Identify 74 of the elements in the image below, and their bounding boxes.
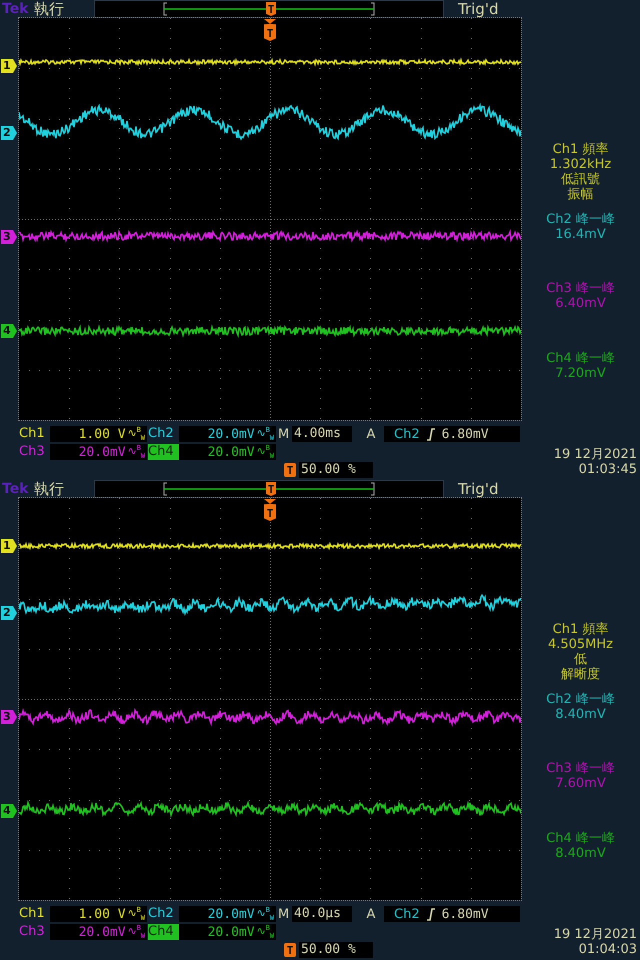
trigger-level: 6.80mV xyxy=(442,426,489,442)
measurement-label: Ch4 峰一峰 xyxy=(546,830,615,846)
trigger-source: Ch2 xyxy=(394,906,420,922)
channel-label[interactable]: Ch2 xyxy=(148,426,179,442)
trigger-label: A xyxy=(366,906,376,922)
date-label: 19 12月2021 xyxy=(554,927,637,942)
channel-marker[interactable]: 4 xyxy=(1,324,17,338)
measurement-label: Ch2 峰一峰 xyxy=(546,692,615,706)
channel-marker[interactable]: 1 xyxy=(1,59,17,73)
channel-label[interactable]: Ch3 xyxy=(19,924,50,940)
trigger-position: 50.00 % xyxy=(299,462,373,478)
channel-marker[interactable]: 1 xyxy=(1,539,17,553)
measurement-value: 6.40mV xyxy=(555,296,606,311)
trigger-position-icon: T xyxy=(284,463,296,477)
time-label: 01:04:03 xyxy=(578,942,637,957)
measurement-value: 1.302kHz xyxy=(550,157,612,172)
channel-marker[interactable]: 4 xyxy=(1,804,17,818)
channel-label[interactable]: Ch1 xyxy=(19,906,50,922)
trigger-level: 6.80mV xyxy=(442,906,489,922)
measurement-value: 7.20mV xyxy=(555,366,606,380)
measurement-label: Ch3 峰一峰 xyxy=(546,761,615,776)
run-status: 執行 xyxy=(34,0,65,18)
measurement-value: 8.40mV xyxy=(555,706,606,722)
measurement-note: 低 xyxy=(574,652,587,667)
measurement-value: 16.4mV xyxy=(555,226,606,242)
channel-scale: 20.0mV xyxy=(78,924,126,940)
channel-label[interactable]: Ch3 xyxy=(19,444,50,460)
measurement-label: Ch2 峰一峰 xyxy=(546,212,615,226)
channel-scale: 20.0mV xyxy=(208,444,255,460)
trigger-source: Ch2 xyxy=(394,426,420,442)
channel-marker[interactable]: 3 xyxy=(1,230,17,244)
date-label: 19 12月2021 xyxy=(554,447,637,462)
measurement-note: 低訊號 xyxy=(561,172,600,187)
channel-label[interactable]: Ch4 xyxy=(148,924,179,940)
measurement-label: Ch1 頻率 xyxy=(552,142,608,157)
timebase-value: 4.00ms xyxy=(292,426,352,442)
measurement-label: Ch1 頻率 xyxy=(552,622,608,637)
measurement-note: 振幅 xyxy=(568,187,594,202)
channel-marker[interactable]: 2 xyxy=(1,606,17,620)
trigger-marker[interactable]: T xyxy=(264,499,276,521)
rising-edge-icon xyxy=(426,428,436,440)
channel-label[interactable]: Ch2 xyxy=(148,906,179,922)
trigger-status: Trig'd xyxy=(458,0,498,18)
time-label: 01:03:45 xyxy=(578,462,637,477)
channel-scale: 1.00 V xyxy=(78,906,126,922)
brand-logo: Tek xyxy=(2,481,30,497)
measurement-value: 4.505MHz xyxy=(548,637,614,652)
trigger-marker: T xyxy=(266,2,276,16)
rising-edge-icon xyxy=(426,908,436,920)
measurement-label: Ch4 峰一峰 xyxy=(546,350,615,366)
timebase-value: 40.0µs xyxy=(292,906,352,922)
measurement-label: Ch3 峰一峰 xyxy=(546,281,615,296)
trigger-status: Trig'd xyxy=(458,480,498,498)
channel-scale: 20.0mV xyxy=(208,426,255,442)
measurement-value: 8.40mV xyxy=(555,846,606,860)
channel-scale: 20.0mV xyxy=(78,444,126,460)
channel-scale: 20.0mV xyxy=(208,924,255,940)
channel-scale: 20.0mV xyxy=(208,906,255,922)
channel-label[interactable]: Ch4 xyxy=(148,444,179,460)
channel-scale: 1.00 V xyxy=(78,426,126,442)
channel-marker[interactable]: 2 xyxy=(1,126,17,140)
channel-label[interactable]: Ch1 xyxy=(19,426,50,442)
run-status: 執行 xyxy=(34,480,65,498)
timebase-label: M xyxy=(278,906,290,922)
brand-logo: Tek xyxy=(2,1,30,17)
channel-marker[interactable]: 3 xyxy=(1,710,17,724)
measurement-note: 解晰度 xyxy=(560,667,600,682)
trigger-label: A xyxy=(366,426,376,442)
trigger-position: 50.00 % xyxy=(299,942,373,958)
trigger-marker[interactable]: T xyxy=(264,19,276,41)
measurement-value: 7.60mV xyxy=(555,776,606,791)
trigger-marker: T xyxy=(266,482,276,496)
trigger-position-icon: T xyxy=(284,943,296,957)
timebase-label: M xyxy=(278,426,290,442)
